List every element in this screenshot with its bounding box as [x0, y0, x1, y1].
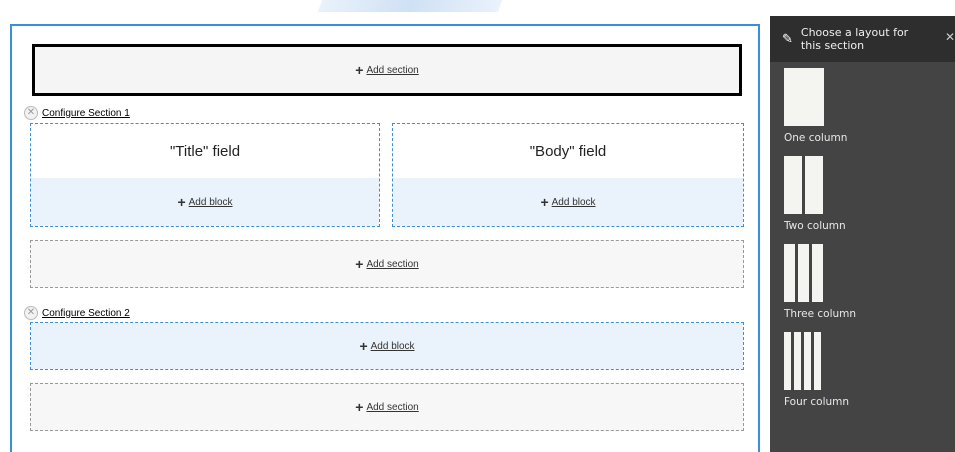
add-block-region-first[interactable]: + Add block [31, 178, 379, 226]
layout-four-column[interactable]: Four column [784, 332, 849, 408]
sidebar-header: ✎ Choose a layout for this section ✕ [770, 16, 955, 62]
section-1-region-first: "Title" field + Add block [30, 123, 380, 227]
add-block-label: Add block [188, 196, 233, 208]
plus-icon: + [540, 194, 549, 210]
section-2-region: + Add block [30, 322, 744, 370]
add-block-section-2[interactable]: + Add block [31, 323, 743, 369]
add-section-link[interactable]: + Add section [355, 63, 418, 77]
plus-icon: + [177, 194, 186, 210]
body-field-label: "Body" field [529, 142, 607, 160]
add-section-link[interactable]: + Add section [355, 257, 418, 271]
add-block-label: Add block [551, 196, 596, 208]
top-strip [0, 0, 955, 12]
sidebar-title: Choose a layout for this section [800, 26, 909, 52]
add-block-link[interactable]: + Add block [359, 339, 414, 353]
add-section-bottom[interactable]: + Add section [30, 383, 744, 431]
configure-section-2-link[interactable]: Configure Section 2 [42, 308, 130, 319]
title-field-block[interactable]: "Title" field [31, 124, 379, 179]
plus-icon: + [355, 62, 364, 78]
add-block-link[interactable]: + Add block [540, 195, 595, 209]
layout-one-column[interactable]: One column [784, 68, 847, 144]
add-section-middle[interactable]: + Add section [30, 240, 744, 288]
layout-two-column-label: Two column [784, 220, 846, 232]
layout-three-column[interactable]: Three column [784, 244, 856, 320]
pencil-icon: ✎ [782, 31, 793, 46]
configure-section-2[interactable]: ✕ Configure Section 2 [24, 306, 130, 320]
layout-four-column-label: Four column [784, 396, 850, 408]
plus-icon: + [359, 338, 368, 354]
remove-section-icon[interactable]: ✕ [24, 106, 38, 120]
four-column-icon [784, 332, 849, 390]
title-field-label: "Title" field [169, 142, 241, 160]
layout-one-column-label: One column [784, 132, 848, 144]
configure-section-1-link[interactable]: Configure Section 1 [42, 108, 130, 119]
three-column-icon [784, 244, 856, 302]
plus-icon: + [355, 399, 364, 415]
add-section-label: Add section [366, 64, 419, 76]
add-block-label: Add block [370, 340, 415, 352]
two-column-icon [784, 156, 846, 214]
layout-canvas: + Add section ✕ Configure Section 1 "Tit… [10, 24, 760, 452]
layout-three-column-label: Three column [784, 308, 857, 320]
add-block-region-second[interactable]: + Add block [393, 178, 743, 226]
plus-icon: + [355, 256, 364, 272]
configure-section-1[interactable]: ✕ Configure Section 1 [24, 106, 130, 120]
layout-sidebar: ✎ Choose a layout for this section ✕ One… [770, 16, 955, 452]
close-icon[interactable]: ✕ [945, 30, 955, 44]
body-field-block[interactable]: "Body" field [393, 124, 743, 179]
section-1-region-second: "Body" field + Add block [392, 123, 744, 227]
decorative-band [317, 0, 503, 12]
add-section-label: Add section [366, 401, 419, 413]
add-block-link[interactable]: + Add block [177, 195, 232, 209]
add-section-top[interactable]: + Add section [32, 44, 742, 96]
add-section-label: Add section [366, 258, 419, 270]
one-column-icon [784, 68, 847, 126]
layout-two-column[interactable]: Two column [784, 156, 846, 232]
add-section-link[interactable]: + Add section [355, 400, 418, 414]
remove-section-icon[interactable]: ✕ [24, 306, 38, 320]
